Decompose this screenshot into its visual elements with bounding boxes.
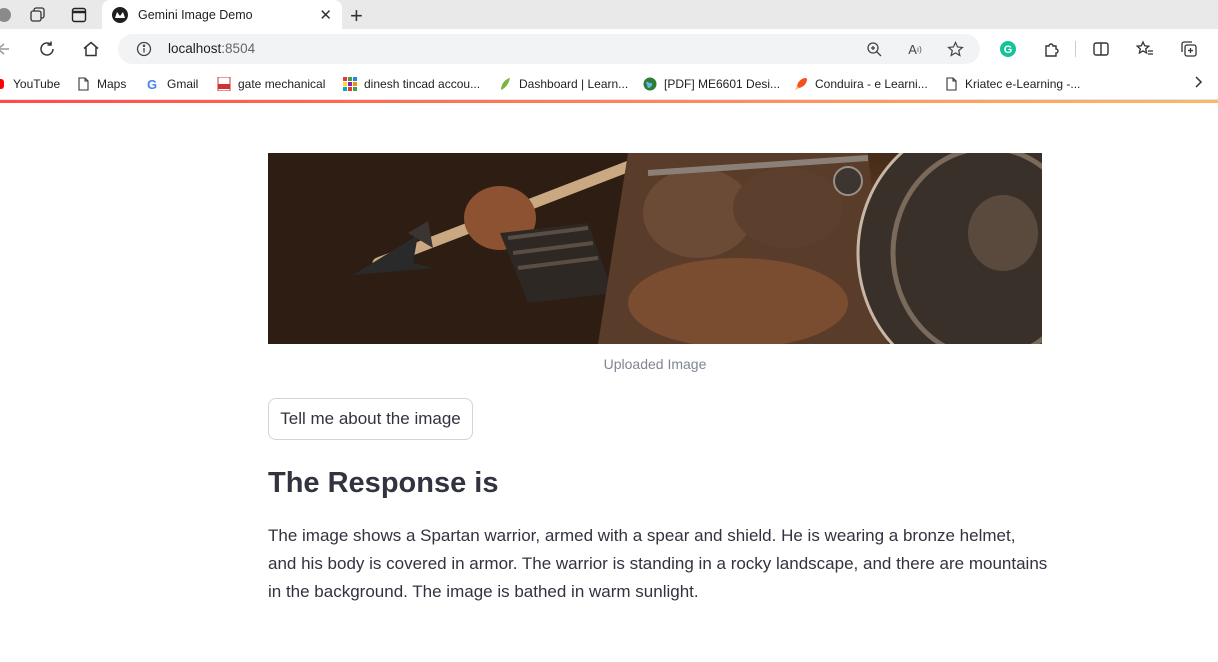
pdf-icon <box>217 76 231 92</box>
response-text: The image shows a Spartan warrior, armed… <box>268 526 1048 601</box>
url-text[interactable]: localhost:8504 <box>168 41 255 56</box>
url-port: :8504 <box>221 41 256 56</box>
bookmark-gmail[interactable]: G Gmail <box>146 76 198 92</box>
back-icon[interactable] <box>0 39 12 59</box>
bookmark-dinesh-tincad[interactable]: dinesh tincad accou... <box>343 76 480 92</box>
page-icon <box>944 77 958 91</box>
split-screen-icon[interactable] <box>1091 39 1111 59</box>
image-caption: Uploaded Image <box>603 356 707 372</box>
chevron-right-icon[interactable] <box>1192 75 1204 94</box>
collections-icon[interactable] <box>1179 39 1199 59</box>
bookmark-label: dinesh tincad accou... <box>364 77 481 91</box>
favorite-star-icon[interactable] <box>946 40 964 58</box>
vertical-tabs-icon[interactable] <box>69 5 89 25</box>
tell-me-about-image-button[interactable]: Tell me about the image <box>268 398 473 440</box>
youtube-icon <box>0 77 6 91</box>
bookmark-label: Conduira - e Learni... <box>815 77 928 91</box>
bookmark-label: Dashboard | Learn... <box>519 77 629 91</box>
bookmark-conduira[interactable]: Conduira - e Learni... <box>794 76 928 92</box>
bookmark-label: Maps <box>97 77 127 91</box>
bookmarks-bar: YouTube Maps G Gmail gate mechanical din… <box>0 69 1218 100</box>
favorites-icon[interactable] <box>1135 39 1155 59</box>
bookmark-label: [PDF] ME6601 Desi... <box>664 77 781 91</box>
tab-strip: Gemini Image Demo ✕ + <box>0 0 1218 29</box>
svg-text:G: G <box>1004 44 1013 56</box>
bookmark-label: Gmail <box>167 77 199 91</box>
url-host: localhost <box>168 41 222 56</box>
svg-text:G: G <box>147 77 157 91</box>
google-icon: G <box>146 77 160 92</box>
rocket-icon <box>794 77 808 91</box>
profile-icon[interactable] <box>0 5 14 25</box>
response-heading: The Response is <box>268 467 499 499</box>
bookmark-youtube[interactable]: YouTube <box>0 76 60 92</box>
tab-title: Gemini Image Demo <box>138 7 253 22</box>
page-icon <box>76 77 90 91</box>
bookmark-dashboard[interactable]: Dashboard | Learn... <box>498 76 628 92</box>
browser-toolbar: localhost:8504 Aı) G <box>0 29 1218 69</box>
bookmark-label: Kriatec e-Learning -... <box>965 77 1081 91</box>
bookmark-pdf-me6601[interactable]: [PDF] ME6601 Desi... <box>643 76 780 92</box>
bookmark-maps[interactable]: Maps <box>76 76 126 92</box>
zoom-icon[interactable] <box>865 40 883 58</box>
site-info-icon[interactable] <box>136 41 152 62</box>
toolbar-divider <box>1075 41 1076 57</box>
home-icon[interactable] <box>81 39 101 59</box>
leaf-icon <box>498 77 512 91</box>
bookmark-label: YouTube <box>13 77 61 91</box>
close-tab-icon[interactable]: ✕ <box>319 6 332 24</box>
workspaces-icon[interactable] <box>28 5 48 25</box>
warrior-image <box>353 153 1042 344</box>
streamlit-favicon-icon <box>112 6 128 23</box>
bookmark-label: gate mechanical <box>238 77 326 91</box>
bookmark-gate-mechanical[interactable]: gate mechanical <box>217 76 325 92</box>
grammarly-icon[interactable]: G <box>998 39 1018 59</box>
globe-icon <box>643 77 657 91</box>
streamlit-decoration-bar <box>0 100 1218 103</box>
new-tab-icon[interactable]: + <box>350 3 363 29</box>
active-tab[interactable]: Gemini Image Demo ✕ <box>102 0 342 29</box>
grid-icon <box>343 77 357 91</box>
bookmark-kriatec[interactable]: Kriatec e-Learning -... <box>944 76 1080 92</box>
refresh-icon[interactable] <box>37 39 57 59</box>
address-bar[interactable]: localhost:8504 Aı) <box>118 34 980 64</box>
uploaded-image <box>268 153 1042 344</box>
read-aloud-icon[interactable]: Aı) <box>906 40 924 58</box>
extensions-icon[interactable] <box>1042 39 1062 59</box>
